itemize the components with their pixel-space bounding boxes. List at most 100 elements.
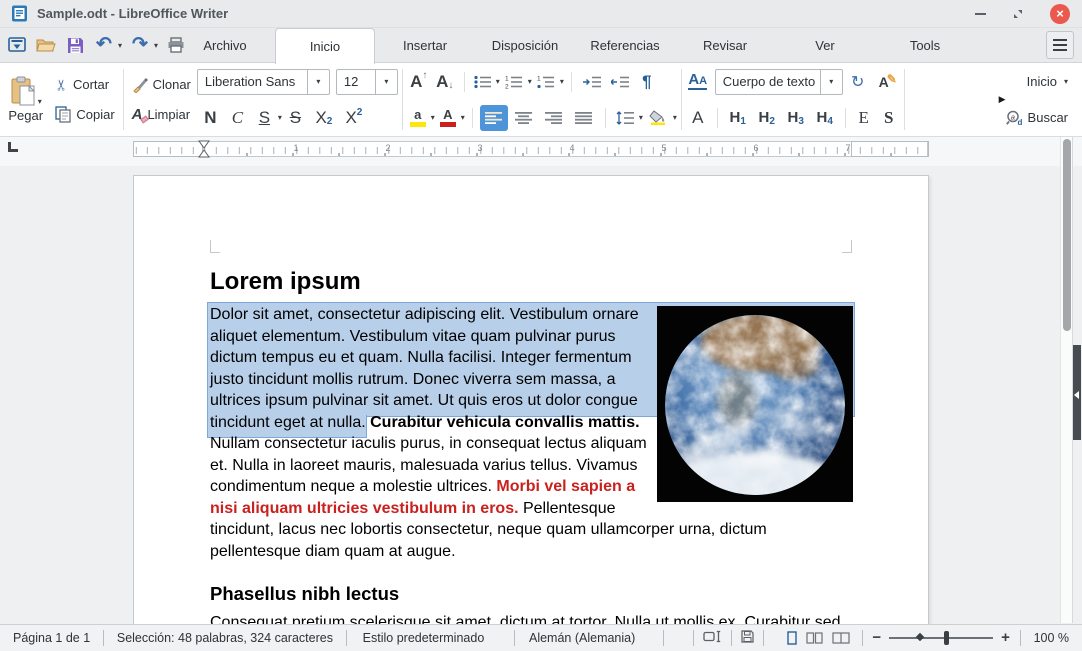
clear-formatting-button[interactable]: A Limpiar: [128, 100, 195, 130]
page-style[interactable]: Estilo predeterminado: [347, 631, 515, 645]
outline-list-dropdown-icon[interactable]: ▾: [560, 77, 564, 86]
line-spacing-dropdown-icon[interactable]: ▾: [639, 113, 643, 122]
show-sidebar-button[interactable]: [1073, 345, 1081, 440]
document-paragraph-2[interactable]: Consequat pretium scelerisque sit amet, …: [210, 612, 853, 624]
restore-button-icon[interactable]: [1012, 8, 1024, 20]
numbered-list-dropdown-icon[interactable]: ▾: [528, 77, 532, 86]
highlight-dropdown-icon[interactable]: ▾: [431, 113, 435, 122]
font-color-button[interactable]: A: [437, 108, 459, 127]
zoom-in-button[interactable]: +: [1001, 630, 1010, 645]
align-center-button[interactable]: [510, 111, 538, 125]
align-left-button[interactable]: [479, 104, 508, 131]
clone-formatting-button[interactable]: Clonar: [128, 70, 195, 100]
line-spacing-button[interactable]: [613, 110, 637, 125]
minimize-button-icon[interactable]: [975, 13, 986, 15]
font-color-dropdown-icon[interactable]: ▾: [461, 113, 465, 122]
highlight-color-button[interactable]: a: [407, 108, 429, 127]
selection-mode-icon[interactable]: [694, 630, 731, 646]
scrollbar-thumb[interactable]: [1063, 139, 1071, 331]
align-right-button[interactable]: [540, 111, 568, 125]
heading2-style-button[interactable]: H2: [754, 104, 780, 132]
text-language[interactable]: Alemán (Alemania): [515, 631, 663, 645]
paragraph-style-combo[interactable]: Cuerpo de texto ▾: [714, 68, 843, 95]
tab-archivo[interactable]: Archivo: [175, 28, 275, 63]
justify-button[interactable]: [570, 111, 598, 125]
zoom-slider[interactable]: [889, 631, 994, 645]
zoom-slider-thumb[interactable]: [944, 631, 950, 645]
word-count[interactable]: Selección: 48 palabras, 324 caracteres: [104, 631, 346, 645]
redo-dropdown-icon[interactable]: ▾: [154, 41, 158, 50]
tab-inicio[interactable]: Inicio: [275, 28, 375, 64]
bullet-list-button[interactable]: [472, 75, 494, 89]
heading4-style-button[interactable]: H4: [812, 104, 838, 132]
strong-style-button[interactable]: S: [878, 104, 900, 132]
page-count[interactable]: Página 1 de 1: [0, 631, 103, 645]
emphasis-style-button[interactable]: E: [853, 104, 875, 132]
outline-list-button[interactable]: 1: [534, 75, 558, 89]
font-name-combo[interactable]: Liberation Sans ▾: [196, 68, 330, 95]
tab-revisar[interactable]: Revisar: [675, 28, 775, 63]
heading1-style-button[interactable]: H1: [725, 104, 751, 132]
close-button[interactable]: ×: [1050, 4, 1070, 24]
update-style-button[interactable]: ↻: [848, 68, 868, 96]
superscript-button[interactable]: X2: [339, 104, 369, 132]
redo-button[interactable]: ↷: [129, 34, 151, 56]
shrink-font-button[interactable]: A ↓: [433, 68, 457, 96]
italic-button[interactable]: C: [224, 104, 251, 132]
decrease-indent-button[interactable]: [607, 75, 633, 89]
horizontal-ruler[interactable]: 1 2 3 4 5 6 7: [133, 140, 929, 158]
book-view-icon[interactable]: [832, 631, 850, 645]
cut-button[interactable]: ✂ Cortar: [51, 70, 118, 100]
tab-disposicion[interactable]: Disposición: [475, 28, 575, 63]
undo-button[interactable]: ↶: [93, 34, 115, 56]
tab-insertar[interactable]: Insertar: [375, 28, 475, 63]
paragraph-background-dropdown-icon[interactable]: ▾: [673, 113, 677, 122]
numbered-list-button[interactable]: 1 2: [502, 75, 526, 89]
paragraph-background-button[interactable]: [645, 110, 671, 125]
save-icon[interactable]: [64, 34, 86, 56]
underline-button[interactable]: S: [251, 104, 278, 132]
menu-hamburger-icon[interactable]: [1046, 31, 1074, 59]
tab-ver[interactable]: Ver: [775, 28, 875, 63]
indent-marker-icon[interactable]: [198, 140, 210, 163]
strikethrough-button[interactable]: S: [282, 104, 309, 132]
zoom-out-button[interactable]: −: [872, 630, 881, 645]
open-file-icon[interactable]: [35, 34, 57, 56]
tab-referencias[interactable]: Referencias: [575, 28, 675, 63]
no-character-style-button[interactable]: A: [686, 104, 710, 132]
undo-dropdown-icon[interactable]: ▾: [118, 41, 122, 50]
subscript-button[interactable]: X2: [309, 104, 339, 132]
font-size-combo[interactable]: 12 ▾: [335, 68, 398, 95]
vertical-scrollbar[interactable]: [1060, 137, 1073, 623]
section-menu-dropdown-icon[interactable]: ▾: [1064, 77, 1068, 86]
bold-button[interactable]: N: [197, 104, 224, 132]
bold-text[interactable]: Curabitur vehicula convallis mattis.: [366, 414, 639, 431]
tab-stop-selector[interactable]: [8, 142, 18, 152]
toolbar-expand-icon[interactable]: ▶: [999, 94, 1006, 105]
paste-dropdown-icon[interactable]: ▾: [38, 98, 42, 106]
document-page[interactable]: Lorem ipsum Dolor sit amet, consectetur …: [133, 175, 929, 624]
copy-button[interactable]: Copiar: [51, 100, 118, 130]
separator: [570, 71, 572, 92]
increase-indent-button[interactable]: [579, 75, 605, 89]
section-menu-label[interactable]: Inicio: [1027, 74, 1057, 89]
menubar-toggle-icon[interactable]: [6, 34, 28, 56]
document-modified-icon[interactable]: [732, 630, 763, 646]
edit-style-button[interactable]: A ✎: [873, 72, 897, 90]
document-heading2[interactable]: Phasellus nibh lectus: [210, 583, 853, 605]
earth-image[interactable]: [657, 306, 853, 502]
paste-label[interactable]: Pegar: [8, 108, 43, 123]
grow-font-button[interactable]: A ↑: [407, 68, 431, 96]
search-button[interactable]: a d Buscar: [1005, 100, 1068, 136]
paste-icon[interactable]: [10, 76, 36, 106]
multi-page-view-icon[interactable]: [806, 631, 823, 645]
formatting-marks-button[interactable]: ¶: [635, 68, 659, 96]
heading3-style-button[interactable]: H3: [783, 104, 809, 132]
single-page-view-icon[interactable]: [786, 631, 797, 645]
document-paragraph-1[interactable]: Dolor sit amet, consectetur adipiscing e…: [207, 302, 855, 562]
character-dialog-button[interactable]: AA: [686, 72, 710, 90]
tab-tools[interactable]: Tools: [875, 28, 975, 63]
bullet-list-dropdown-icon[interactable]: ▾: [496, 77, 500, 86]
document-heading1[interactable]: Lorem ipsum: [210, 268, 853, 296]
zoom-percentage[interactable]: 100 %: [1021, 631, 1082, 645]
